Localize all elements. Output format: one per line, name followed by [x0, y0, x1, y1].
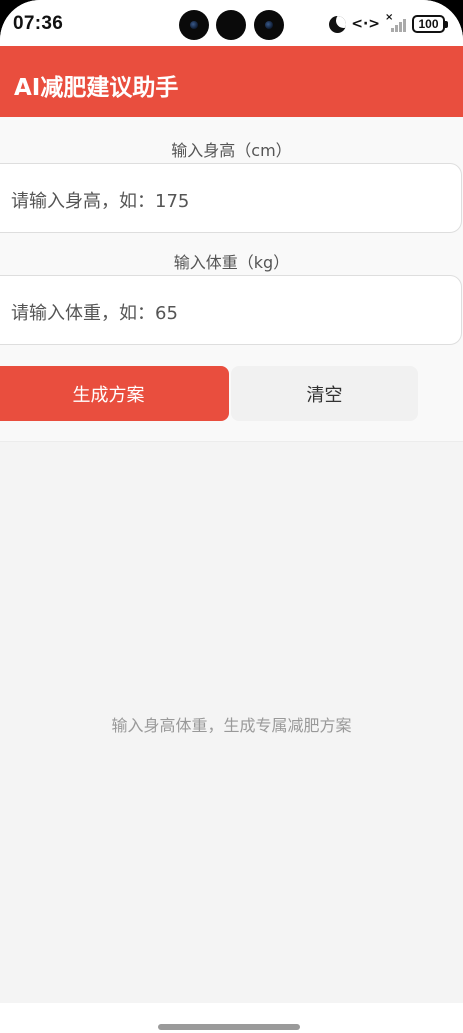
generate-plan-button[interactable]: 生成方案	[0, 366, 229, 421]
clear-button[interactable]: 清空	[231, 366, 418, 421]
camera-cutout-icon	[216, 10, 246, 40]
battery-icon: 100	[412, 15, 448, 33]
home-indicator[interactable]	[158, 1024, 300, 1030]
result-panel: 输入身高体重，生成专属减肥方案	[0, 441, 463, 1003]
status-time: 07:36	[13, 13, 64, 34]
height-input[interactable]: 请输入身高，如：175	[0, 163, 462, 233]
page-title: AI减肥建议助手	[14, 75, 179, 101]
main-content: 输入身高（cm） 请输入身高，如：175 输入体重（kg） 请输入体重，如：65…	[0, 117, 463, 1003]
status-bar: 07:36 <·> × 100	[0, 0, 463, 46]
phone-screen: 07:36 <·> × 100 AI减肥建议助手 输入身高（cm） 请输入身高，…	[0, 0, 463, 1033]
battery-level: 100	[418, 17, 439, 31]
weight-input[interactable]: 请输入体重，如：65	[0, 275, 462, 345]
weight-label: 输入体重（kg）	[173, 253, 290, 272]
result-hint: 输入身高体重，生成专属减肥方案	[111, 716, 352, 735]
status-icons: <·> × 100	[329, 12, 448, 35]
height-label: 输入身高（cm）	[171, 141, 292, 160]
moon-icon	[329, 15, 347, 33]
camera-icon	[254, 10, 284, 40]
weight-input-placeholder: 请输入体重，如：65	[11, 303, 178, 324]
camera-icon	[179, 10, 209, 40]
signal-icon: ×	[385, 12, 407, 33]
gesture-bar	[0, 1003, 463, 1033]
app-header: AI减肥建议助手	[0, 46, 463, 117]
height-input-placeholder: 请输入身高，如：175	[11, 191, 190, 212]
data-transfer-icon: <·>	[351, 16, 380, 32]
